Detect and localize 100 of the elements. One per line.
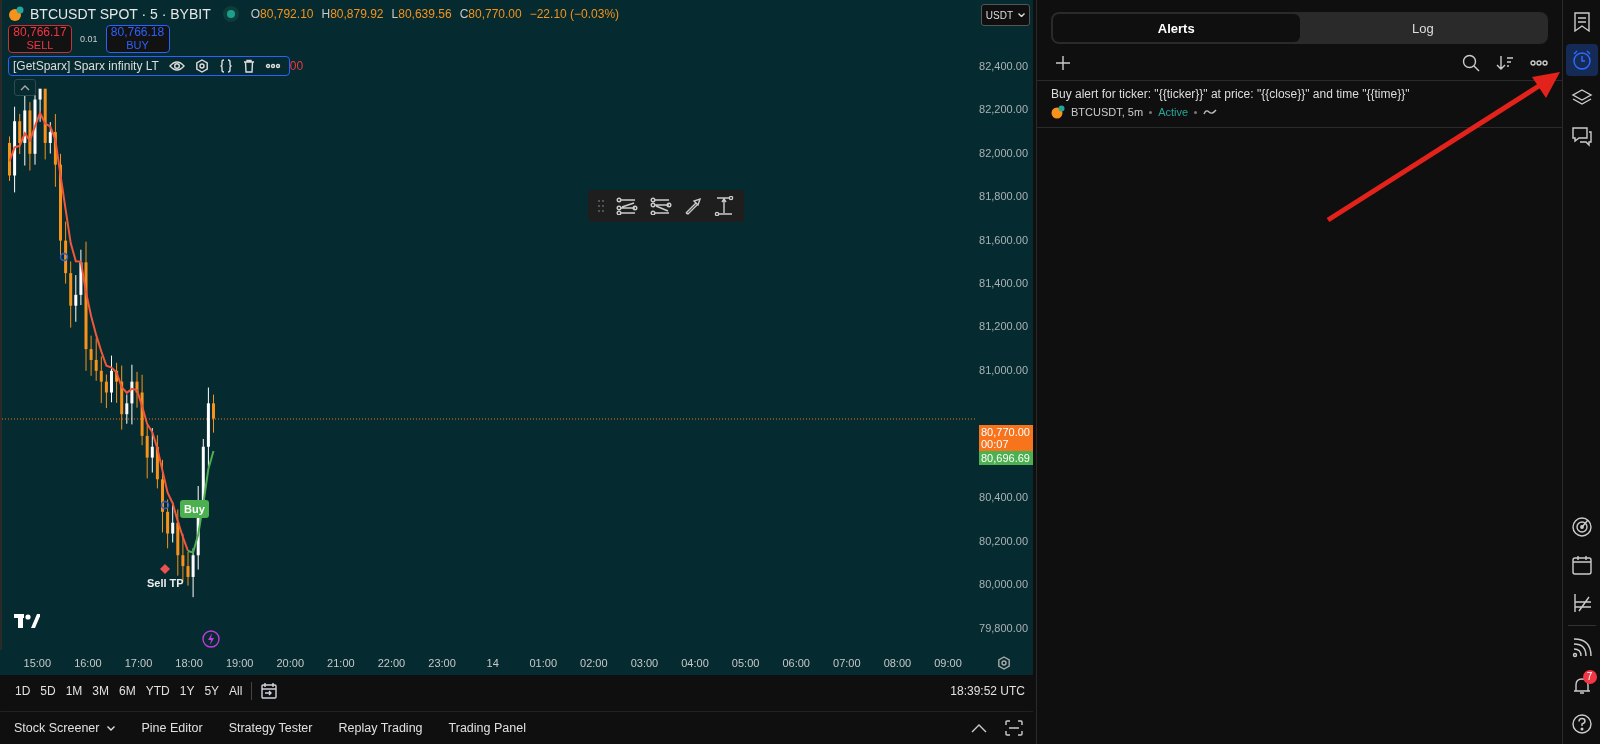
- diamond-icon: [160, 564, 170, 574]
- range-button[interactable]: 1Y: [174, 680, 200, 702]
- range-button[interactable]: 5D: [35, 680, 61, 702]
- time-label: 22:00: [376, 656, 407, 669]
- price-change: −22.10 (−0.03%): [529, 7, 620, 21]
- indicator-value: 00: [289, 59, 304, 73]
- notification-badge: 7: [1582, 670, 1597, 684]
- sell-tp-label: Sell TP: [147, 577, 184, 589]
- time-label: 03:00: [629, 656, 660, 669]
- eye-icon[interactable]: [168, 60, 185, 72]
- price-label: 81,200.00: [979, 319, 1029, 335]
- time-label: 15:00: [22, 656, 53, 669]
- time-label: 09:00: [933, 656, 963, 669]
- measure-icon[interactable]: [714, 196, 734, 216]
- maximize-icon[interactable]: [1005, 720, 1023, 736]
- panel-tab[interactable]: Pine Editor: [133, 717, 211, 739]
- price-label: 82,400.00: [979, 59, 1029, 74]
- candlestick: [8, 135, 11, 182]
- bell-button[interactable]: 7: [1565, 670, 1598, 702]
- help-icon: [1570, 713, 1593, 735]
- sell-button[interactable]: 80,766.17 SELL: [8, 25, 72, 53]
- price-label: 79,800.00: [979, 620, 1029, 636]
- calendar-icon: [1570, 554, 1593, 576]
- time-label: 06:00: [781, 656, 811, 669]
- price-label: 81,600.00: [979, 232, 1029, 248]
- price-badge: 80,696.69: [979, 451, 1033, 466]
- circle-marker: [59, 252, 69, 262]
- panel-tab[interactable]: Strategy Tester: [220, 717, 321, 739]
- caret-icon: [1018, 13, 1025, 17]
- price-label: 81,000.00: [979, 362, 1029, 378]
- chevron-up-icon[interactable]: [971, 723, 987, 733]
- wave-icon: [1203, 108, 1218, 116]
- time-display[interactable]: 18:39:52 UTC: [950, 684, 1025, 698]
- braces-icon[interactable]: [218, 59, 233, 73]
- panel-tab[interactable]: Replay Trading: [330, 717, 431, 739]
- range-button[interactable]: 1D: [10, 680, 36, 702]
- price-label: 82,200.00: [979, 102, 1029, 118]
- ohlc-value: O80,792.10: [250, 7, 314, 21]
- drag-handle-icon[interactable]: [598, 200, 604, 212]
- coin-icon: [8, 6, 24, 22]
- panel-tab[interactable]: Alerts: [1053, 14, 1300, 42]
- more-icon[interactable]: [1530, 60, 1549, 66]
- long-position-icon[interactable]: [616, 197, 638, 215]
- time-label: 17:00: [123, 656, 154, 669]
- range-button[interactable]: 1M: [60, 680, 88, 702]
- calendar-icon[interactable]: [260, 682, 279, 700]
- panel-tab[interactable]: Log: [1299, 14, 1547, 42]
- lightning-icon[interactable]: [202, 630, 220, 648]
- currency-dropdown[interactable]: USDT: [980, 4, 1030, 26]
- time-label: 08:00: [882, 656, 913, 669]
- time-label: 20:00: [275, 656, 306, 669]
- alert-status: Active: [1158, 106, 1189, 118]
- buy-button[interactable]: 80,766.18 BUY: [105, 25, 170, 53]
- time-label: 16:00: [73, 656, 103, 669]
- range-button[interactable]: 3M: [87, 680, 115, 702]
- time-label: 05:00: [730, 656, 761, 669]
- time-label: 21:00: [326, 656, 356, 669]
- range-button[interactable]: 6M: [114, 680, 141, 702]
- price-label: 81,400.00: [979, 275, 1029, 291]
- short-position-icon[interactable]: [650, 197, 672, 215]
- time-label: 23:00: [427, 656, 457, 669]
- buy-label: Buy: [180, 500, 209, 518]
- signal-icon: [1570, 637, 1593, 659]
- arrow-icon[interactable]: [684, 197, 702, 215]
- settings-icon[interactable]: [997, 655, 1011, 670]
- radar-icon: [1570, 516, 1593, 538]
- time-label: 14: [485, 656, 500, 669]
- alert-title: Buy alert for ticker: "{{ticker}}" at price: "{{close}}" and time "{{time}}": [1051, 87, 1411, 101]
- ohlc-value: C80,770.00: [459, 7, 522, 21]
- time-label: 19:00: [224, 656, 255, 669]
- status-dot: [226, 10, 235, 18]
- time-label: 18:00: [174, 656, 204, 669]
- price-label: 80,200.00: [979, 533, 1029, 549]
- sort-icon[interactable]: [1496, 55, 1515, 71]
- panel-tab[interactable]: Trading Panel: [440, 717, 534, 739]
- price-label: 82,000.00: [979, 145, 1029, 161]
- alerts-button[interactable]: [1565, 44, 1598, 76]
- time-label: 01:00: [528, 656, 558, 669]
- time-label: 02:00: [579, 656, 609, 669]
- trash-icon[interactable]: [242, 59, 255, 73]
- candlestick: [110, 355, 113, 403]
- spread-value: 0.01: [80, 34, 98, 44]
- alert-symbol: BTCUSDT, 5m: [1071, 106, 1144, 118]
- panel-tab[interactable]: Stock Screener: [6, 717, 124, 739]
- indicator-name[interactable]: [GetSparx] Sparx infinity LT: [13, 59, 159, 73]
- logo-icon: [14, 614, 40, 628]
- plus-icon[interactable]: [1055, 55, 1071, 71]
- price-label: 80,400.00: [979, 490, 1029, 506]
- symbol-title[interactable]: BTCUSDT SPOT · 5 · BYBIT: [30, 6, 211, 22]
- bullet-icon: [1149, 110, 1153, 114]
- range-button[interactable]: 5Y: [199, 680, 225, 702]
- price-label: 81,800.00: [979, 189, 1029, 205]
- more-icon[interactable]: [264, 63, 281, 69]
- caret-icon: [107, 725, 116, 731]
- time-label: 07:00: [832, 656, 862, 669]
- search-icon[interactable]: [1462, 54, 1481, 72]
- range-button[interactable]: All: [224, 680, 248, 702]
- ohlc-value: H80,879.92: [321, 7, 384, 21]
- collapse-button[interactable]: [14, 79, 36, 96]
- range-button[interactable]: YTD: [140, 680, 175, 702]
